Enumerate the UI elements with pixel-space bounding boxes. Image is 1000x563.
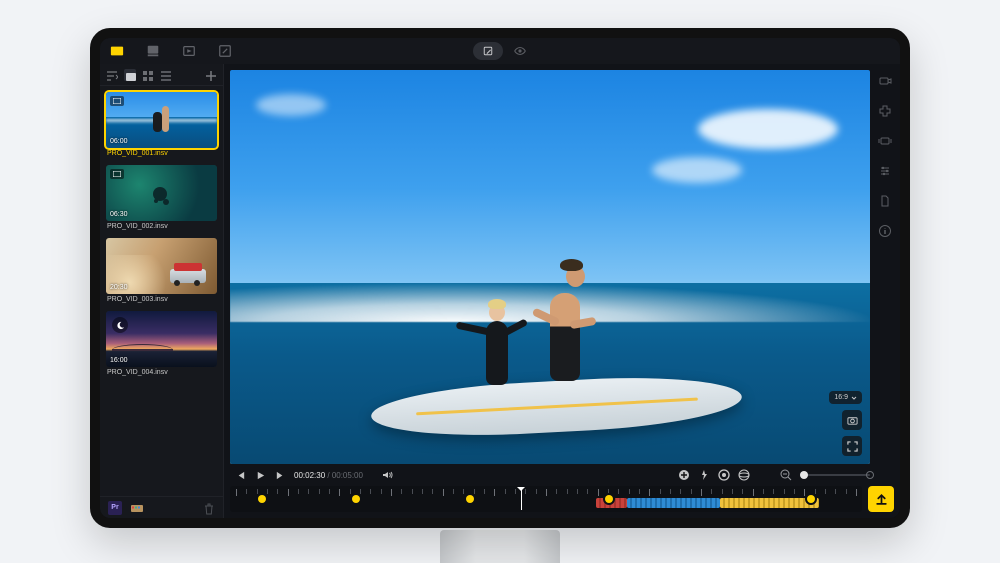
timeline[interactable] xyxy=(230,486,862,512)
edit-tab[interactable] xyxy=(218,44,232,58)
zoom-slider-handle[interactable] xyxy=(800,471,808,479)
clip-type-icon xyxy=(110,169,124,179)
media-tab[interactable] xyxy=(110,44,124,58)
media-panel-toolbar xyxy=(100,64,223,86)
preview-visibility-icon[interactable] xyxy=(513,44,527,58)
360-view-icon[interactable] xyxy=(738,469,750,481)
add-media-icon[interactable] xyxy=(205,69,217,81)
finetune-icon[interactable] xyxy=(878,164,892,178)
zoom-slider[interactable] xyxy=(800,474,870,476)
file-icon[interactable] xyxy=(878,194,892,208)
clip-filename: PRO_VID_001.insv xyxy=(106,148,217,161)
premiere-export-icon[interactable]: Pr xyxy=(108,501,122,515)
clip-filename: PRO_VID_004.insv xyxy=(106,367,217,380)
grid-view-icon[interactable] xyxy=(142,69,154,81)
info-icon[interactable] xyxy=(878,224,892,238)
reframe-mode-button[interactable] xyxy=(473,42,503,60)
add-keyframe-icon[interactable] xyxy=(678,469,690,481)
clip-thumbnail[interactable]: 06:30 xyxy=(106,165,217,221)
list-view-icon[interactable] xyxy=(160,69,172,81)
keyframe-marker[interactable] xyxy=(352,495,360,503)
playback-bar: 00:02:30 / 00:05:00 xyxy=(224,464,900,486)
aspect-ratio-label: 16:9 xyxy=(834,394,848,401)
right-tool-rail xyxy=(876,74,894,458)
fullscreen-button[interactable] xyxy=(842,436,862,456)
lens-icon[interactable] xyxy=(718,469,730,481)
camera-settings-icon[interactable] xyxy=(878,74,892,88)
sort-menu-icon[interactable] xyxy=(106,69,118,81)
aspect-ratio-chip[interactable]: 16:9 xyxy=(829,391,862,404)
plugin-icon[interactable] xyxy=(878,104,892,118)
clip-duration: 16:00 xyxy=(110,357,128,364)
snapshot-button[interactable] xyxy=(842,410,862,430)
timecode: 00:02:30 / 00:05:00 xyxy=(294,471,363,480)
keyframe-marker[interactable] xyxy=(807,495,815,503)
clip-thumbnail[interactable]: 06:00 xyxy=(106,92,217,148)
clip-filename: PRO_VID_003.insv xyxy=(106,294,217,307)
keyframe-marker[interactable] xyxy=(258,495,266,503)
clip-thumbnail[interactable]: 16:00 xyxy=(106,311,217,367)
play-button[interactable] xyxy=(254,469,266,481)
night-mode-icon xyxy=(112,317,128,333)
auto-icon[interactable] xyxy=(698,469,710,481)
skip-prev-icon[interactable] xyxy=(234,469,246,481)
clip-filename: PRO_VID_002.insv xyxy=(106,221,217,234)
timeline-segment[interactable] xyxy=(627,498,720,508)
library-tab[interactable] xyxy=(182,44,196,58)
volume-icon[interactable] xyxy=(381,469,393,481)
keyframe-marker[interactable] xyxy=(466,495,474,503)
clip-duration: 06:00 xyxy=(110,138,128,145)
export-button[interactable] xyxy=(868,486,894,512)
keyframe-marker[interactable] xyxy=(605,495,613,503)
timeline-segment[interactable] xyxy=(720,498,819,508)
clip-type-icon xyxy=(110,96,124,106)
app-top-bar xyxy=(100,38,900,64)
delete-icon[interactable] xyxy=(203,502,215,514)
color-palette-icon[interactable] xyxy=(130,501,144,515)
media-panel-footer: Pr xyxy=(100,496,223,518)
folder-tab[interactable] xyxy=(146,44,160,58)
clip-thumbnail[interactable]: 20:30 xyxy=(106,238,217,294)
stabilization-icon[interactable] xyxy=(878,134,892,148)
clip-duration: 20:30 xyxy=(110,284,128,291)
preview-area: 16:9 xyxy=(224,64,900,518)
playhead[interactable] xyxy=(521,488,522,510)
video-viewer[interactable]: 16:9 xyxy=(230,70,870,464)
clip-list[interactable]: 06:00 PRO_VID_001.insv 06:30 PRO_VID_002… xyxy=(100,86,223,496)
clip-duration: 06:30 xyxy=(110,211,128,218)
zoom-out-icon[interactable] xyxy=(780,469,792,481)
large-grid-view-icon[interactable] xyxy=(124,69,136,81)
skip-next-icon[interactable] xyxy=(274,469,286,481)
media-panel: 06:00 PRO_VID_001.insv 06:30 PRO_VID_002… xyxy=(100,64,224,518)
